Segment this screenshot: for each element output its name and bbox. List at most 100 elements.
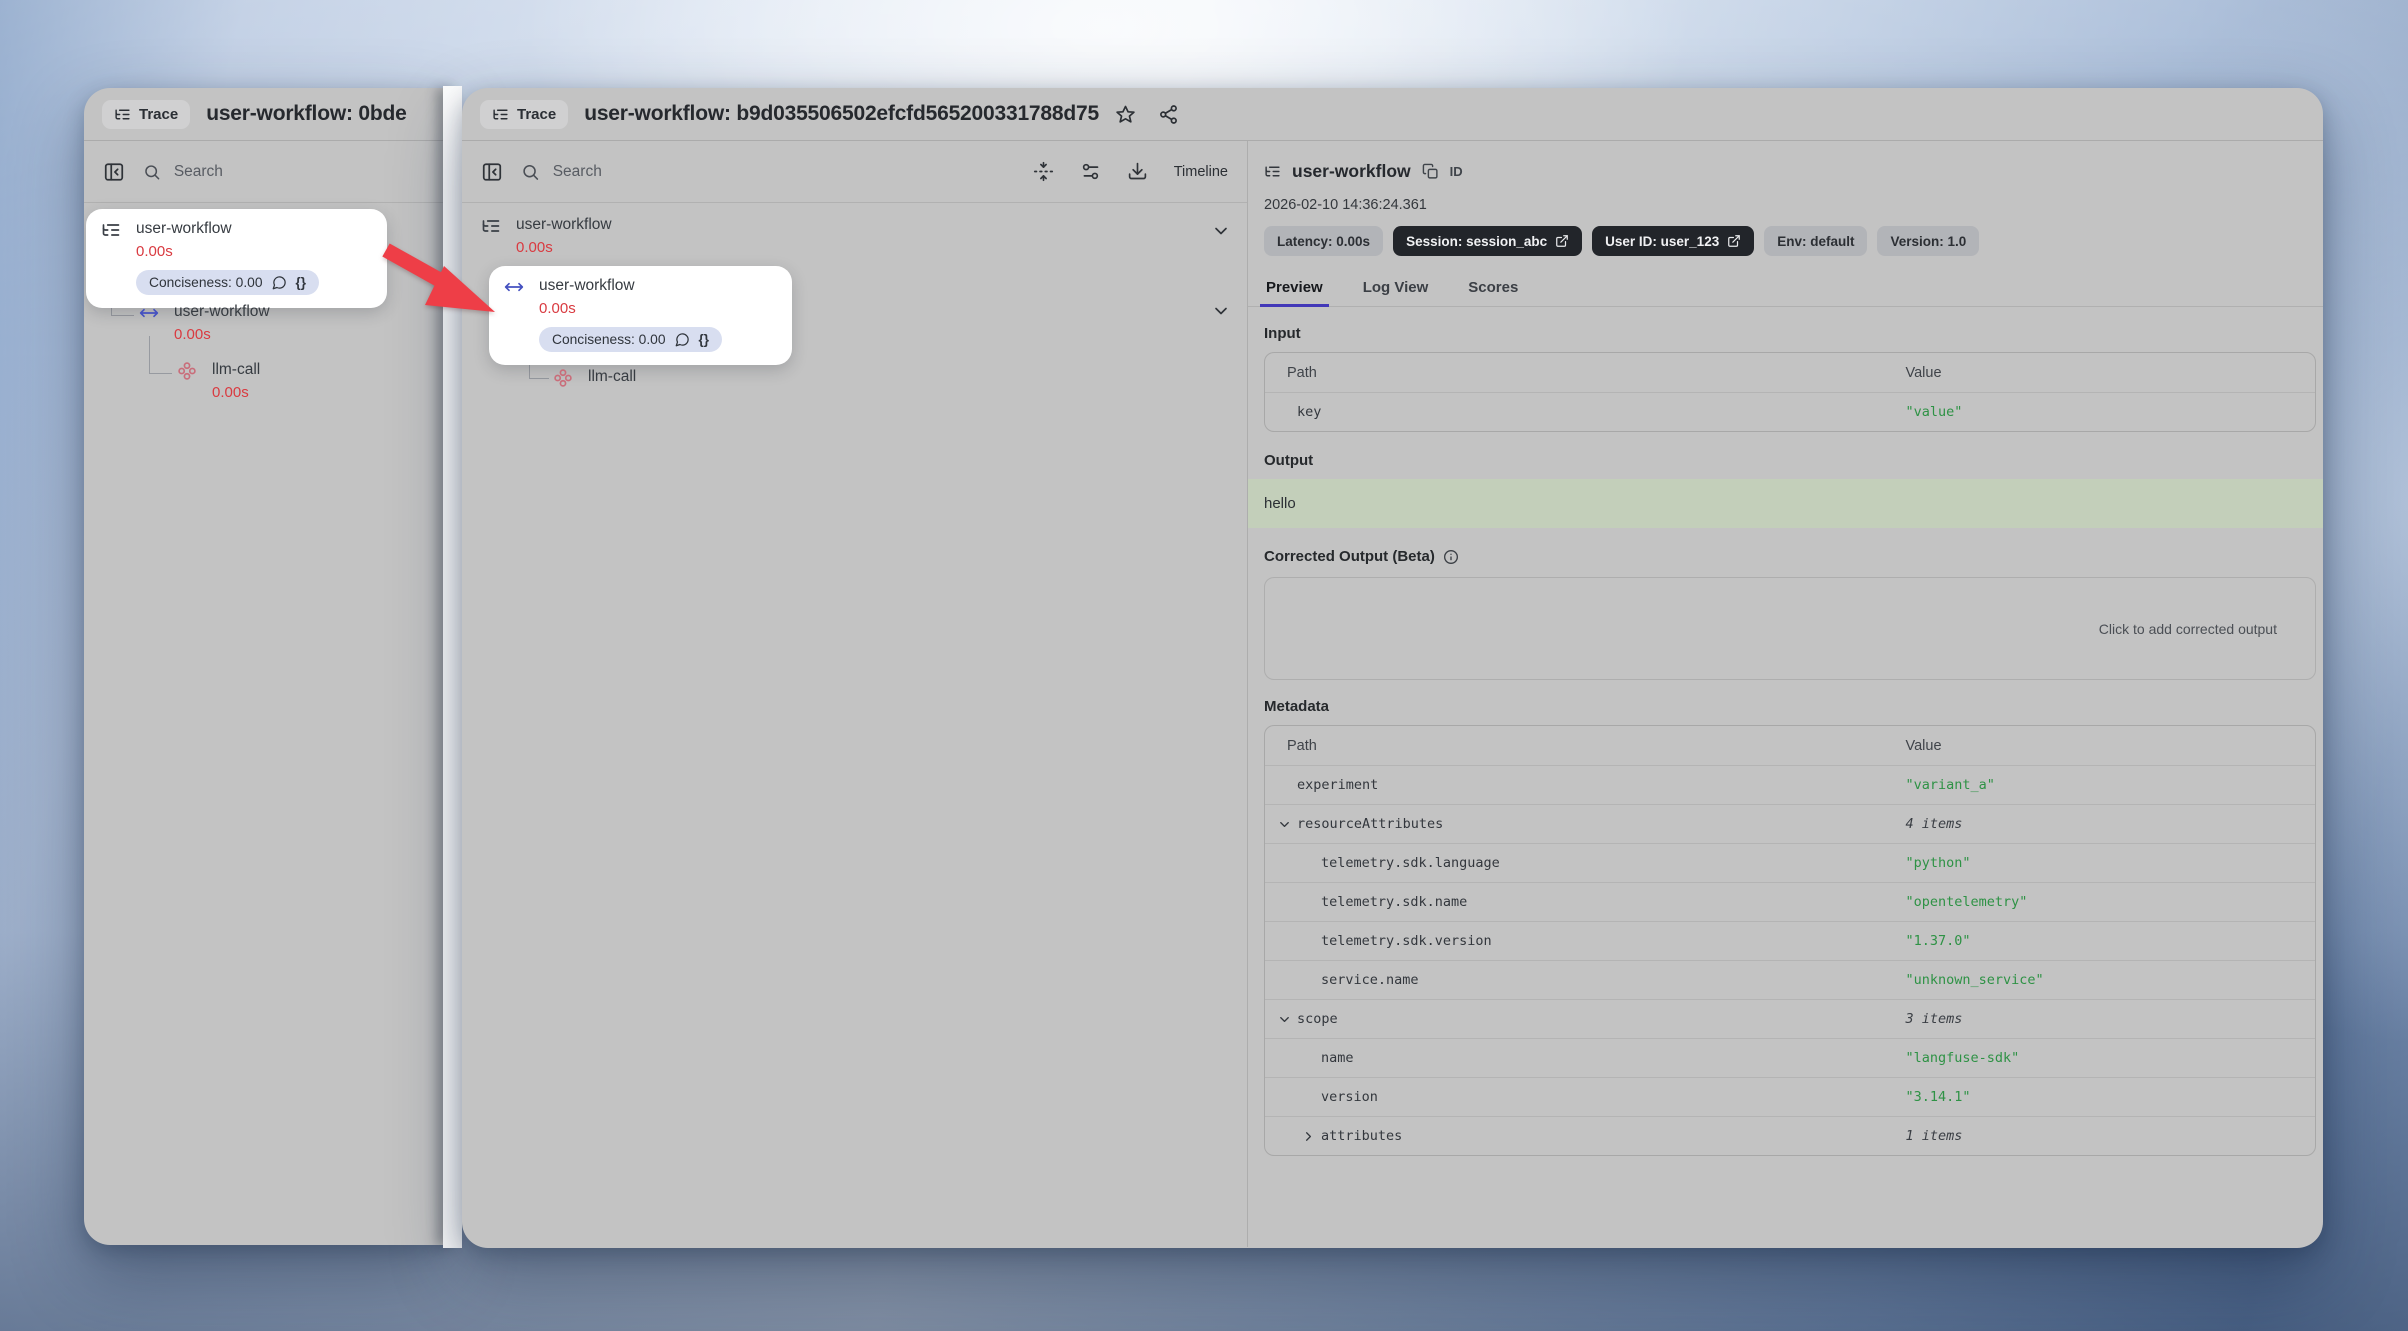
tab-scores[interactable]: Scores xyxy=(1466,273,1520,306)
output-section-heading: Output xyxy=(1264,452,2307,469)
list-tree-icon xyxy=(114,106,131,123)
score-badge[interactable]: Conciseness: 0.00 {} xyxy=(136,270,319,295)
metadata-value: "3.14.1" xyxy=(1906,1089,1971,1105)
version-badge: Version: 1.0 xyxy=(1877,226,1979,256)
left-toolbar xyxy=(84,141,444,203)
table-row: key "value" xyxy=(1265,392,2315,431)
trace-badge: Trace xyxy=(102,100,190,129)
metadata-value: "variant_a" xyxy=(1906,777,1995,793)
share-icon[interactable] xyxy=(1158,104,1179,125)
span-name: llm-call xyxy=(212,360,260,380)
metadata-path: resourceAttributes xyxy=(1297,816,1443,832)
search-icon xyxy=(143,162,161,182)
input-section-heading: Input xyxy=(1264,325,2307,342)
table-row: name "langfuse-sdk" xyxy=(1265,1038,2315,1077)
user-id-badge[interactable]: User ID: user_123 xyxy=(1592,226,1754,256)
search-input[interactable] xyxy=(174,163,425,181)
left-search[interactable] xyxy=(143,162,425,182)
table-row-expandable[interactable]: attributes 1 items xyxy=(1265,1116,2315,1155)
output-content: hello xyxy=(1248,479,2323,528)
move-horizontal-icon xyxy=(138,302,160,323)
tab-log-view[interactable]: Log View xyxy=(1361,273,1431,306)
tab-preview[interactable]: Preview xyxy=(1264,273,1325,306)
comment-bubble-icon xyxy=(272,275,287,290)
main-search[interactable] xyxy=(521,162,1015,182)
main-trace-tree: user-workflow 0.00s user-workflow 0.00s xyxy=(462,203,1247,1247)
chevron-down-icon[interactable] xyxy=(1211,301,1231,321)
session-badge[interactable]: Session: session_abc xyxy=(1393,226,1582,256)
json-braces-icon: {} xyxy=(296,275,307,290)
span-duration: 0.00s xyxy=(539,299,722,319)
list-tree-icon xyxy=(1264,163,1281,180)
chevron-down-icon xyxy=(1277,1012,1292,1027)
main-toolbar: Timeline xyxy=(462,141,1247,203)
external-link-icon xyxy=(1727,234,1741,248)
input-path: key xyxy=(1297,404,1321,420)
metadata-path: attributes xyxy=(1321,1128,1402,1144)
table-header-row: Path Value xyxy=(1265,726,2315,765)
metadata-table: Path Value experiment "variant_a" resour… xyxy=(1264,725,2316,1156)
preview-tab-content: Input Path Value key "value" Output he xyxy=(1248,307,2323,1247)
span-duration: 0.00s xyxy=(174,325,270,345)
search-icon xyxy=(521,162,540,182)
annotation-arrow xyxy=(358,238,548,358)
info-icon xyxy=(1443,549,1459,565)
path-column-header: Path xyxy=(1265,365,1906,381)
timeline-toggle[interactable]: Timeline xyxy=(1174,164,1228,180)
table-row-expandable[interactable]: scope 3 items xyxy=(1265,999,2315,1038)
corrected-output-heading-label: Corrected Output (Beta) xyxy=(1264,548,1435,565)
detail-title: user-workflow xyxy=(1292,161,1411,182)
metadata-value: "unknown_service" xyxy=(1906,972,2044,988)
corrected-output-placeholder: Click to add corrected output xyxy=(2099,621,2277,637)
score-badge[interactable]: Conciseness: 0.00 {} xyxy=(539,327,722,352)
chevron-down-icon[interactable] xyxy=(1211,221,1231,241)
panel-collapse-icon[interactable] xyxy=(481,161,503,183)
table-header-row: Path Value xyxy=(1265,353,2315,392)
star-icon[interactable] xyxy=(1115,104,1136,125)
trace-timestamp: 2026-02-10 14:36:24.361 xyxy=(1264,197,2305,213)
table-row: version "3.14.1" xyxy=(1265,1077,2315,1116)
metadata-path: telemetry.sdk.language xyxy=(1321,855,1500,871)
download-icon[interactable] xyxy=(1127,161,1148,182)
metadata-value: "langfuse-sdk" xyxy=(1906,1050,2020,1066)
table-row: experiment "variant_a" xyxy=(1265,765,2315,804)
table-row-expandable[interactable]: resourceAttributes 4 items xyxy=(1265,804,2315,843)
value-column-header: Value xyxy=(1906,365,2316,381)
id-label: ID xyxy=(1450,164,1463,179)
metadata-path: experiment xyxy=(1297,777,1378,793)
copy-id-icon[interactable] xyxy=(1422,163,1439,180)
span-name: user-workflow xyxy=(174,302,270,322)
search-input[interactable] xyxy=(553,163,1015,181)
left-window-title: user-workflow: 0bde xyxy=(206,102,426,126)
comment-bubble-icon xyxy=(675,332,690,347)
main-titlebar: Trace user-workflow: b9d035506502efcfd56… xyxy=(462,88,2323,141)
tree-node-grandchild[interactable]: llm-call xyxy=(552,367,636,388)
tree-node-grandchild[interactable]: llm-call 0.00s xyxy=(176,360,260,403)
settings-sliders-icon[interactable] xyxy=(1080,161,1101,182)
workflow-clover-icon xyxy=(176,360,198,381)
chevron-right-icon xyxy=(1301,1129,1316,1144)
list-tree-icon xyxy=(480,215,502,236)
span-name: llm-call xyxy=(588,367,636,387)
trace-window-main: Trace user-workflow: b9d035506502efcfd56… xyxy=(462,88,2323,1248)
workflow-clover-icon xyxy=(552,367,574,388)
table-row: telemetry.sdk.name "opentelemetry" xyxy=(1265,882,2315,921)
metadata-path: scope xyxy=(1297,1011,1338,1027)
desktop-background: Trace user-workflow: 0bde xyxy=(0,0,2408,1331)
span-duration: 0.00s xyxy=(212,383,260,403)
latency-badge: Latency: 0.00s xyxy=(1264,226,1383,256)
metadata-items-count: 3 items xyxy=(1906,1011,1963,1027)
tree-node-root-highlighted[interactable]: user-workflow 0.00s Conciseness: 0.00 {} xyxy=(86,209,387,308)
main-tree-pane: Timeline user-workflow 0.00s xyxy=(462,141,1248,1247)
metadata-items-count: 1 items xyxy=(1906,1128,1963,1144)
metadata-path: name xyxy=(1321,1050,1354,1066)
fold-vertical-icon[interactable] xyxy=(1033,161,1054,182)
corrected-output-box[interactable]: Click to add corrected output xyxy=(1264,577,2316,680)
metadata-path: telemetry.sdk.name xyxy=(1321,894,1467,910)
tree-node-child[interactable]: user-workflow 0.00s xyxy=(138,302,270,345)
external-link-icon xyxy=(1555,234,1569,248)
trace-detail-pane: user-workflow ID 2026-02-10 14:36:24.361… xyxy=(1248,141,2323,1247)
json-braces-icon: {} xyxy=(699,332,710,347)
panel-collapse-icon[interactable] xyxy=(103,161,125,183)
user-id-badge-label: User ID: user_123 xyxy=(1605,234,1719,249)
